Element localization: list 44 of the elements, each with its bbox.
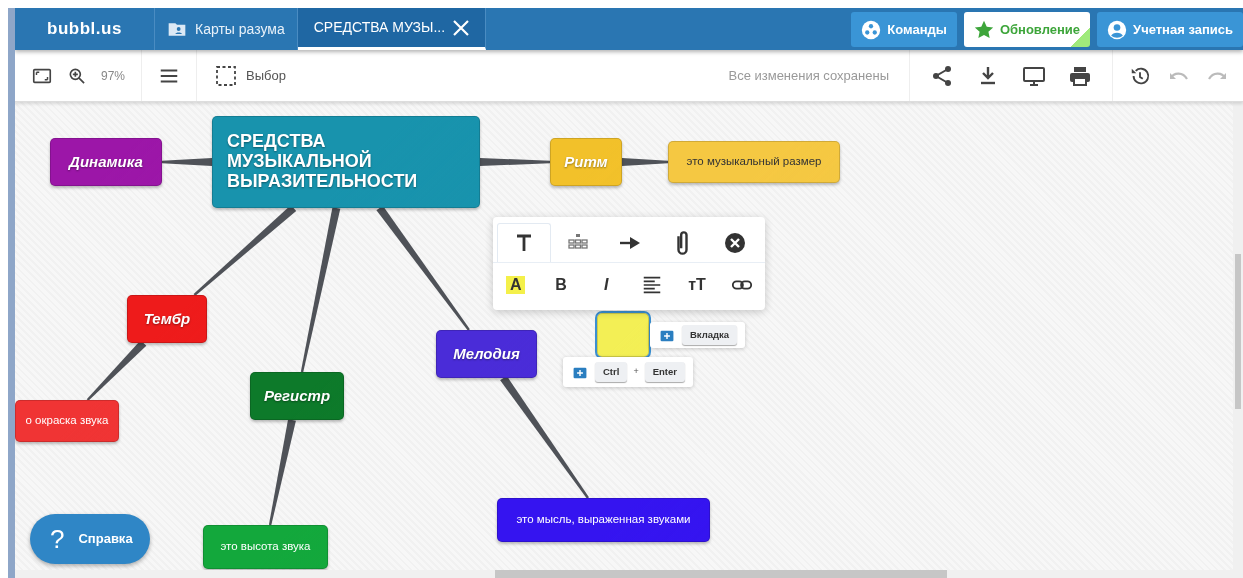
close-icon <box>722 230 747 255</box>
bold-button[interactable]: B <box>538 272 584 298</box>
italic-button[interactable]: I <box>583 272 629 298</box>
share-icon <box>930 63 954 88</box>
share-button[interactable] <box>930 63 954 88</box>
text-size-button[interactable]: тT <box>674 272 720 298</box>
redo-icon <box>1207 71 1227 82</box>
upgrade-button[interactable]: Обновление <box>963 12 1091 47</box>
connector <box>622 158 668 166</box>
map-node[interactable]: это мысль, выраженная звуками <box>497 498 710 542</box>
teams-button[interactable]: Команды <box>851 12 957 47</box>
key-label: Enter <box>644 361 685 383</box>
connector <box>480 158 550 166</box>
star-icon <box>973 19 994 40</box>
add-icon <box>571 365 589 380</box>
selection-icon <box>214 63 239 88</box>
connector <box>86 340 147 401</box>
highlight-button[interactable]: A <box>493 275 539 295</box>
scrollbar-thumb[interactable] <box>1235 254 1241 409</box>
account-button[interactable]: Учетная запись <box>1097 12 1243 47</box>
save-status: Все изменения сохранены <box>728 66 890 85</box>
group-icon <box>861 19 882 40</box>
paperclip-icon <box>676 230 688 255</box>
key-label: Вкладка <box>682 324 738 346</box>
zoom-level: 97% <box>101 67 126 85</box>
select-button[interactable]: Выбор <box>213 62 287 89</box>
tab[interactable]: СРЕДСТВА МУЗЫ... <box>297 8 487 50</box>
popup-tab[interactable] <box>497 223 552 262</box>
user-icon <box>1107 19 1128 40</box>
connector <box>162 158 212 166</box>
map-node[interactable]: о окраска звука <box>15 400 119 442</box>
map-node[interactable]: Мелодия <box>436 330 537 378</box>
map-node[interactable]: это музыкальный размер <box>668 141 840 183</box>
map-node[interactable]: Тембр <box>127 295 207 343</box>
map-node[interactable]: Регистр <box>250 372 344 420</box>
scrollbar-thumb[interactable] <box>495 570 947 578</box>
map-node[interactable]: Динамика <box>50 138 162 186</box>
plus-sign: + <box>633 365 639 379</box>
undo-icon <box>1169 71 1189 82</box>
map-node[interactable]: СРЕДСТВА МУЗЫКАЛЬНОЙ ВЫРАЗИТЕЛЬНОСТИ <box>212 116 480 208</box>
help-button[interactable]: ? Справка <box>30 514 150 564</box>
key-label: Ctrl <box>595 361 628 383</box>
add-icon <box>658 328 676 343</box>
map-node[interactable]: это высота звука <box>203 525 328 569</box>
